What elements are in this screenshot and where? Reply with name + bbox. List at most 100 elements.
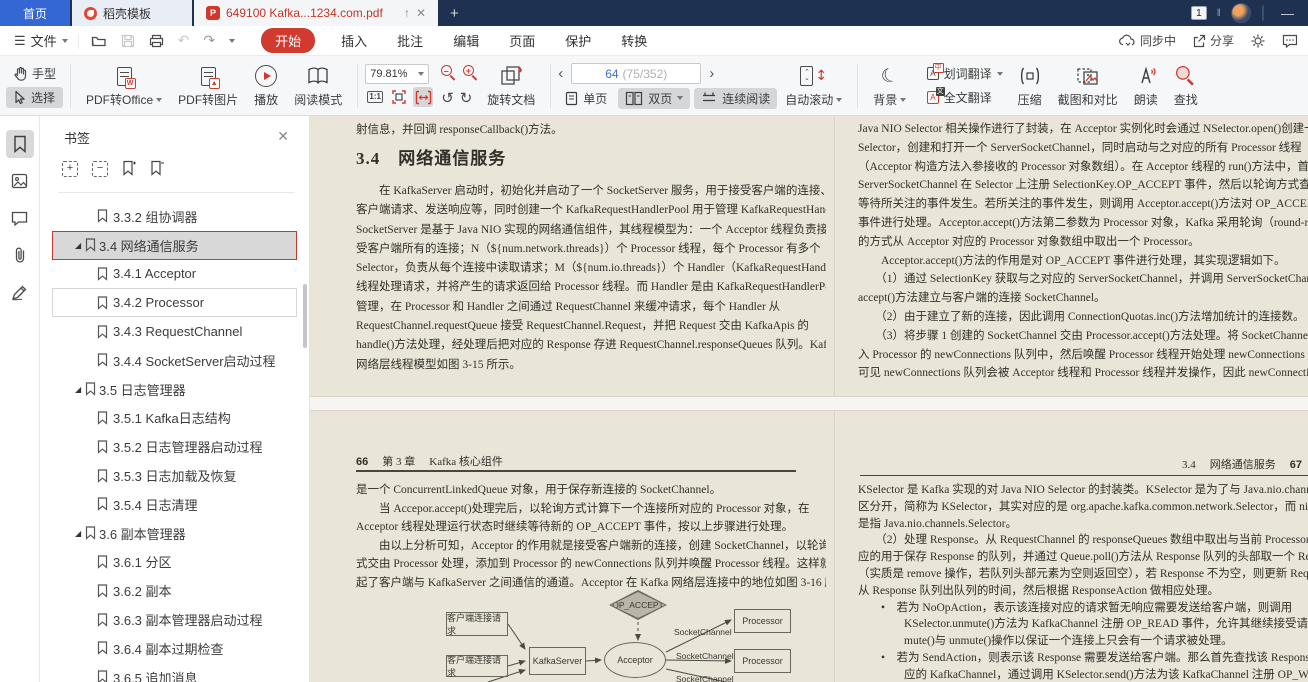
avatar[interactable] xyxy=(1231,3,1251,23)
header-rule xyxy=(860,475,1308,476)
bookmark-item[interactable]: ◢ 3.4.4 SocketServer启动过程 xyxy=(52,346,297,375)
tab-home[interactable]: 首页 xyxy=(0,0,70,26)
pdf-to-image-button[interactable]: ▲ PDF转图片 xyxy=(170,61,246,110)
upload-icon[interactable]: ↑ xyxy=(404,6,410,20)
close-tab-icon[interactable]: ✕ xyxy=(416,6,426,20)
double-page-button[interactable]: 双页 xyxy=(618,88,690,109)
menu-tab[interactable]: 批注 xyxy=(397,31,423,50)
menu-tab-start[interactable]: 开始 xyxy=(261,28,315,53)
bookmark-item[interactable]: ◢ 3.5 日志管理器 xyxy=(52,375,297,404)
panel-scrollbar-thumb[interactable] xyxy=(303,284,307,348)
undo-icon[interactable]: ↶ xyxy=(178,33,190,49)
continuous-read-label: 连续阅读 xyxy=(722,90,770,107)
bookmark-item[interactable]: ◢ 3.4.3 RequestChannel xyxy=(52,317,297,346)
bookmark-item[interactable]: ◢ 3.5.3 日志加载及恢复 xyxy=(52,461,297,490)
bookmark-item[interactable]: ◢ 3.5.1 Kafka日志结构 xyxy=(52,404,297,433)
actual-size-button[interactable]: 1:1 xyxy=(365,87,385,107)
zoom-in-icon[interactable]: + xyxy=(463,65,479,81)
expand-all-button[interactable]: + xyxy=(62,161,78,177)
rotate-left-icon[interactable]: ↺ xyxy=(441,91,454,106)
expand-triangle-icon[interactable]: ◢ xyxy=(75,529,83,538)
rotate-right-icon[interactable]: ↻ xyxy=(460,91,473,106)
message-count-badge[interactable]: 1 xyxy=(1191,6,1207,20)
tab-document[interactable]: P 649100 Kafka...1234.com.pdf ↑ ✕ xyxy=(194,0,438,26)
sign-panel-button[interactable] xyxy=(6,278,34,306)
bookmark-item[interactable]: ◢ 3.5.2 日志管理器启动过程 xyxy=(52,432,297,461)
bookmarks-panel-button[interactable] xyxy=(6,130,34,158)
word-translate-button[interactable]: A中 划词翻译 xyxy=(920,63,1009,84)
next-page-button[interactable]: › xyxy=(709,66,714,81)
find-button[interactable]: 查找 xyxy=(1166,61,1206,110)
fit-page-button[interactable] xyxy=(389,87,409,107)
bookmark-item[interactable]: ◢ 3.3.2 组协调器 xyxy=(52,202,297,231)
menu-tab[interactable]: 保护 xyxy=(565,31,591,50)
collapse-all-button[interactable]: − xyxy=(92,161,108,177)
bookmark-item[interactable]: ◢ 3.5.4 日志清理 xyxy=(52,490,297,519)
comments-panel-button[interactable] xyxy=(6,204,34,232)
add-bookmark-button[interactable] xyxy=(122,160,136,177)
word-translate-icon: A中 xyxy=(927,67,938,80)
menu-tab[interactable]: 页面 xyxy=(509,31,535,50)
compress-button[interactable]: 压缩 xyxy=(1010,61,1050,110)
bookmark-item[interactable]: ◢ 3.4 网络通信服务 xyxy=(52,231,297,260)
tab-docer[interactable]: 稻壳模板 xyxy=(72,0,192,26)
sync-status[interactable]: 同步中 xyxy=(1119,32,1176,49)
zoom-level-value: 79.81% xyxy=(370,68,407,80)
expand-triangle-icon[interactable]: ◢ xyxy=(75,385,83,394)
zoom-out-icon[interactable]: – xyxy=(441,65,457,81)
file-menu[interactable]: ☰ 文件 xyxy=(0,31,78,50)
page-number-input[interactable]: 64 (75/352) xyxy=(571,63,701,84)
print-icon[interactable] xyxy=(149,34,164,48)
screenshot-compare-button[interactable]: 截图和对比 xyxy=(1050,61,1126,110)
bookmark-label: 3.3.2 组协调器 xyxy=(113,207,198,226)
full-translate-button[interactable]: A文 全文翻译 xyxy=(920,87,1009,108)
tab-document-label: 649100 Kafka...1234.com.pdf xyxy=(226,6,398,20)
single-page-button[interactable]: 单页 xyxy=(558,88,614,109)
thumbnails-panel-button[interactable] xyxy=(6,167,34,195)
bookmark-item[interactable]: ◢ 3.6.5 追加消息 xyxy=(52,663,297,682)
pdf-to-office-button[interactable]: W PDF转Office xyxy=(78,61,170,110)
screenshot-compare-label: 截图和对比 xyxy=(1058,91,1118,108)
bookmark-item[interactable]: ◢ 3.6.2 副本 xyxy=(52,576,297,605)
section-heading: 3.4 网络通信服务 xyxy=(356,144,506,169)
close-panel-icon[interactable]: ✕ xyxy=(277,128,289,145)
expand-triangle-icon[interactable]: ◢ xyxy=(75,241,83,250)
bookmark-item[interactable]: ◢ 3.4.2 Processor xyxy=(52,288,297,317)
fit-width-button[interactable] xyxy=(413,87,433,107)
redo-icon[interactable]: ↷ xyxy=(203,33,215,49)
bookmark-label: 3.5.4 日志清理 xyxy=(113,495,198,514)
text-line: （1）通过 SelectionKey 获取与之对应的 ServerSocketC… xyxy=(858,270,1308,289)
feedback-icon[interactable] xyxy=(1282,34,1298,48)
hand-tool-button[interactable]: 手型 xyxy=(6,63,63,84)
read-aloud-button[interactable]: 朗读 xyxy=(1126,61,1166,110)
share-button[interactable]: 分享 xyxy=(1192,32,1234,49)
auto-scroll-button[interactable]: ⌃⌄↕ 自动滚动 xyxy=(777,61,850,110)
bookmark-item[interactable]: ◢ 3.6 副本管理器 xyxy=(52,519,297,548)
bookmark-item[interactable]: ◢ 3.6.4 副本过期检查 xyxy=(52,634,297,663)
attachments-panel-button[interactable] xyxy=(6,241,34,269)
bookmark-icon xyxy=(97,411,108,425)
bookmark-item[interactable]: ◢ 3.6.3 副本管理器启动过程 xyxy=(52,605,297,634)
bookmark-label: 3.5 日志管理器 xyxy=(99,380,186,399)
read-mode-button[interactable]: 阅读模式 xyxy=(286,61,350,110)
continuous-read-button[interactable]: 连续阅读 xyxy=(694,88,777,109)
menu-tab[interactable]: 转换 xyxy=(621,31,647,50)
save-icon[interactable] xyxy=(121,34,135,48)
select-tool-button[interactable]: 选择 xyxy=(6,87,63,108)
rotate-document-button[interactable]: 旋转文档 xyxy=(479,61,543,110)
more-commands-icon[interactable] xyxy=(229,39,235,43)
bookmark-item[interactable]: ◢ 3.6.1 分区 xyxy=(52,548,297,577)
open-file-icon[interactable] xyxy=(91,34,107,48)
menu-tab[interactable]: 编辑 xyxy=(453,31,479,50)
new-tab-button[interactable]: + xyxy=(438,0,471,26)
zoom-level-select[interactable]: 79.81% xyxy=(365,64,429,84)
bookmark-item[interactable]: ◢ 3.4.1 Acceptor xyxy=(52,260,297,289)
remove-bookmark-button[interactable] xyxy=(150,160,164,177)
menu-tab[interactable]: 插入 xyxy=(341,31,367,50)
play-button[interactable]: 播放 xyxy=(246,61,286,110)
previous-page-button[interactable]: ‹ xyxy=(558,66,563,81)
gear-icon[interactable] xyxy=(1250,33,1266,49)
minimize-button[interactable]: — xyxy=(1275,6,1300,21)
document-area[interactable]: 射信息，并回调 responseCallback()方法。 3.4 网络通信服务… xyxy=(310,116,1308,682)
background-button[interactable]: ☾ 背景 xyxy=(865,61,914,110)
